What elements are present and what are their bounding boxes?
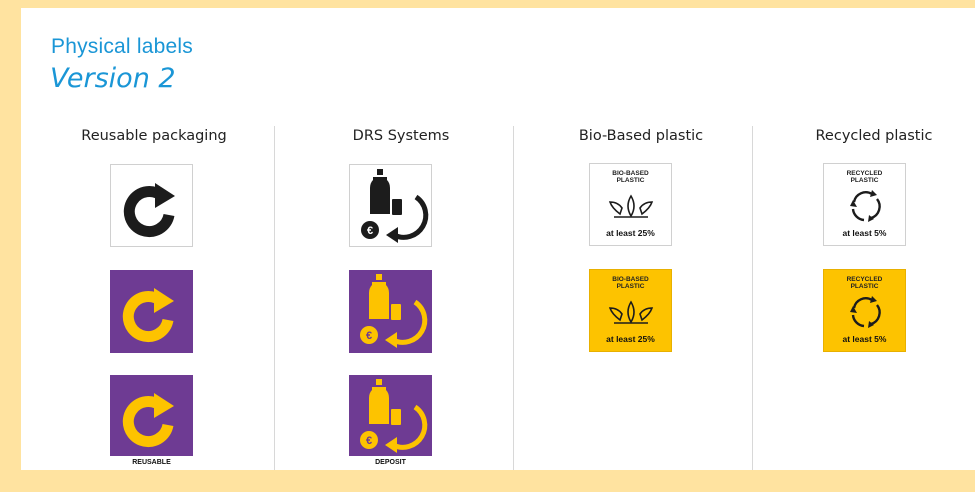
recycled-label-yellow: RECYCLED PLASTIC at least 5% (823, 269, 906, 352)
biobased-percentage: at least 25% (606, 334, 655, 344)
svg-text:€: € (366, 330, 372, 342)
drs-label-purple: € (349, 270, 432, 353)
drs-label-plain: € (349, 164, 432, 247)
biobased-label-white: BIO-BASED PLASTIC at least 25% (589, 163, 672, 246)
reusable-label-purple (110, 270, 193, 353)
biobased-label-yellow: BIO-BASED PLASTIC at least 25% (589, 269, 672, 352)
drs-strip-label: DEPOSIT (349, 456, 432, 470)
bottle-deposit-icon: € (360, 379, 428, 453)
column-heading-reusable: Reusable packaging (81, 128, 227, 144)
biobased-percentage: at least 25% (606, 228, 655, 238)
svg-text:€: € (367, 225, 373, 237)
slide-subtitle: Version 2 (50, 63, 176, 94)
reusable-label-with-text: REUSABLE (110, 375, 193, 470)
column-divider (274, 126, 275, 470)
bottle-deposit-icon: € (361, 169, 429, 243)
svg-text:€: € (366, 435, 372, 447)
slide: Physical labels Version 2 Reusable packa… (21, 8, 975, 470)
column-divider (752, 126, 753, 470)
column-heading-drs: DRS Systems (352, 128, 450, 144)
slide-title: Physical labels (51, 35, 193, 58)
recycled-label-white: RECYCLED PLASTIC at least 5% (823, 163, 906, 246)
reuse-arrow-icon (122, 393, 174, 448)
bottle-deposit-icon: € (360, 274, 428, 348)
reuse-arrow-icon (122, 288, 174, 343)
column-divider (513, 126, 514, 470)
drs-label-with-text: € DEPOSIT (349, 375, 432, 470)
recycled-percentage: at least 5% (842, 334, 887, 344)
column-heading-recycled: Recycled plastic (815, 128, 933, 144)
reusable-label-plain (110, 164, 193, 247)
reusable-strip-label: REUSABLE (110, 456, 193, 470)
recycled-percentage: at least 5% (842, 228, 887, 238)
reuse-arrow-icon (123, 183, 175, 238)
column-heading-biobased: Bio-Based plastic (578, 128, 704, 144)
